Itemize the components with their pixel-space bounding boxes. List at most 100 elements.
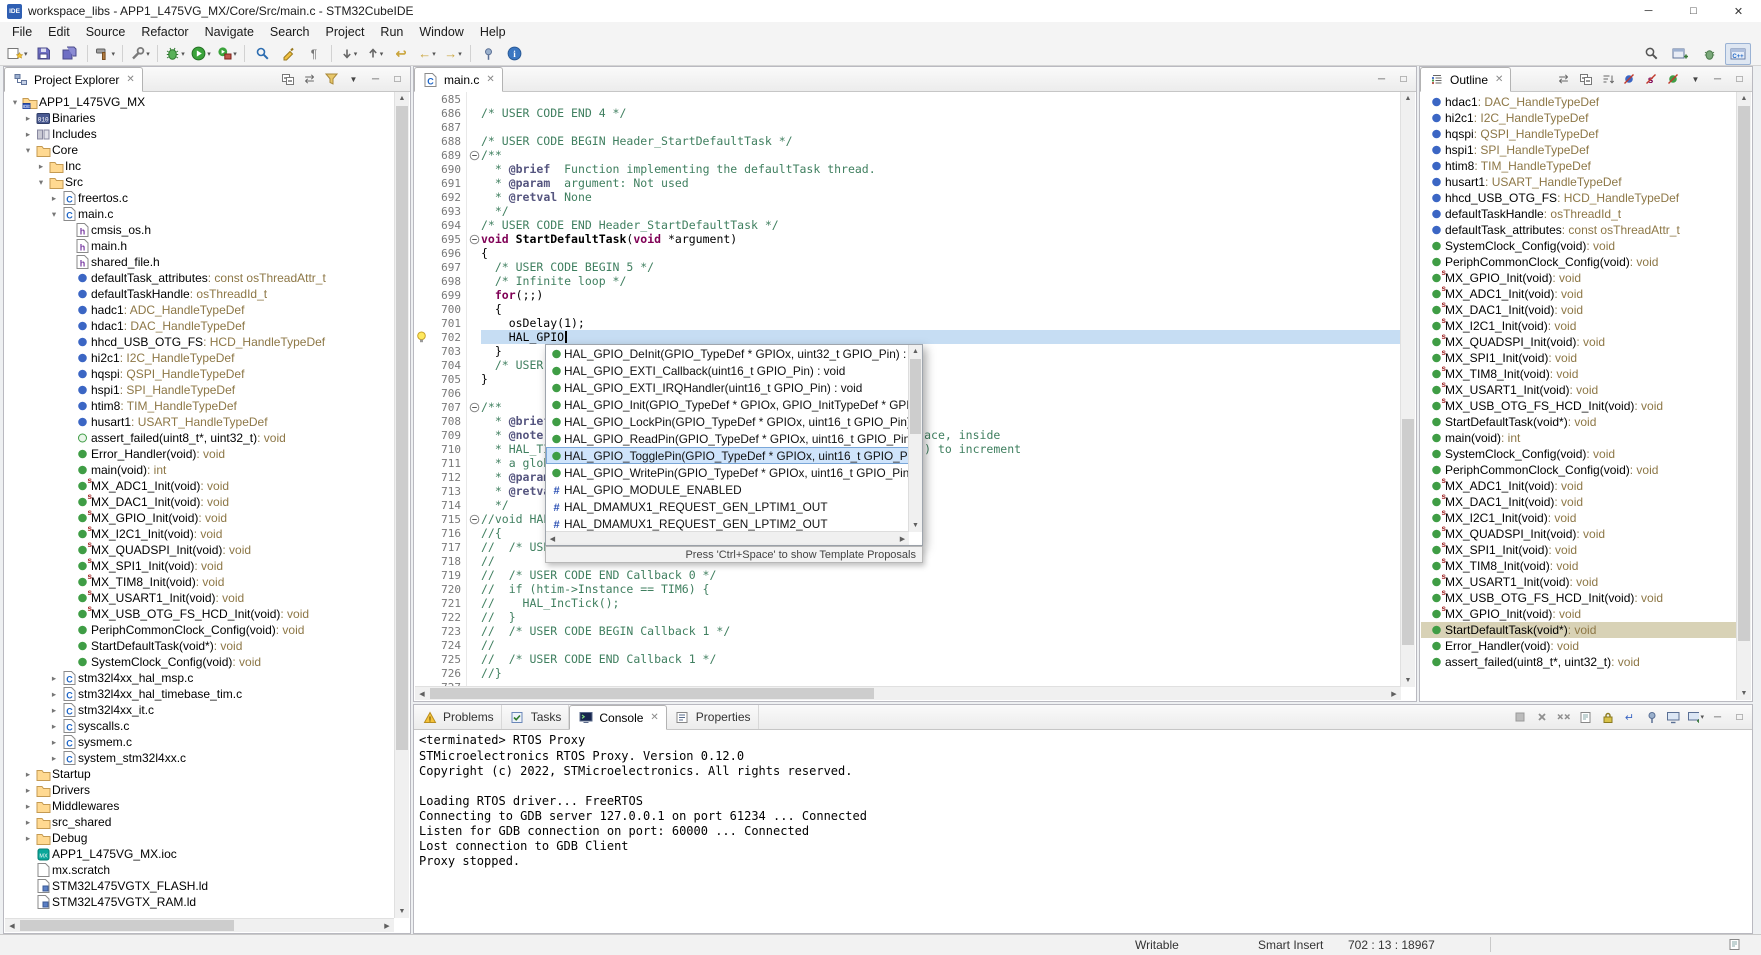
hide-nonpublic-icon[interactable] [1665,71,1682,88]
display-console-icon[interactable] [1665,709,1682,726]
code-text[interactable]: void StartDefaultTask(void *argument) [481,232,1401,246]
outline-item[interactable]: main(void) : int [1421,430,1736,446]
code-text[interactable]: // } [481,610,1401,624]
tree-item[interactable]: ▸Inc [5,158,394,174]
code-text[interactable]: for(;;) [481,288,1401,302]
view-menu-icon[interactable]: ▼ [345,71,362,88]
code-text[interactable]: /* USER CODE END Header_StartDefaultTask… [481,218,1401,232]
code-text[interactable]: HAL_GPIO [481,330,1401,344]
tab-main-c[interactable]: C main.c ✕ [414,67,503,92]
code-line[interactable]: 690 * @brief Function implementing the d… [415,162,1401,176]
project-tree-hscrollbar[interactable]: ◀ ▶ [5,918,394,932]
outline-item[interactable]: SystemClock_Config(void) : void [1421,238,1736,254]
dropdown-caret-icon[interactable]: ▾ [354,50,358,58]
code-line[interactable]: 687 [415,120,1401,134]
outline-item[interactable]: Error_Handler(void) : void [1421,638,1736,654]
pin-editor-icon[interactable] [475,43,501,65]
pin-console-icon[interactable] [1643,709,1660,726]
menu-edit[interactable]: Edit [40,25,78,39]
completion-item[interactable]: HAL_GPIO_LockPin(GPIO_TypeDef * GPIOx, u… [546,413,909,430]
close-icon[interactable]: ✕ [126,74,134,85]
tree-item[interactable]: hmain.h [5,238,394,254]
expand-arrow-icon[interactable]: ▸ [48,705,60,716]
code-text[interactable]: // /* USER CODE END Callback 1 */ [481,652,1401,666]
close-icon[interactable]: ✕ [650,712,658,723]
code-line[interactable]: 694/* USER CODE END Header_StartDefaultT… [415,218,1401,232]
tree-item[interactable]: ▸Csystem_stm32l4xx.c [5,750,394,766]
code-line[interactable]: 692 * @retval None [415,190,1401,204]
debug-perspective-icon[interactable] [1696,43,1722,65]
outline-item[interactable]: PeriphCommonClock_Config(void) : void [1421,254,1736,270]
tree-item[interactable]: hshared_file.h [5,254,394,270]
minimize-icon[interactable]: ─ [1709,709,1726,726]
maximize-window-button[interactable]: □ [1671,0,1716,22]
link-editor-icon[interactable]: ⇄ [1555,71,1572,88]
menu-navigate[interactable]: Navigate [197,25,262,39]
tree-item[interactable]: sMX_GPIO_Init(void) : void [5,510,394,526]
outline-item[interactable]: hhcd_USB_OTG_FS : HCD_HandleTypeDef [1421,190,1736,206]
scrollbar-thumb[interactable] [430,688,874,699]
link-editor-icon[interactable]: ⇄ [301,71,318,88]
completion-item[interactable]: HAL_GPIO_ReadPin(GPIO_TypeDef * GPIOx, u… [546,430,909,447]
code-text[interactable]: * @brief Function implementing the defau… [481,162,1401,176]
maximize-icon[interactable]: □ [1731,709,1748,726]
code-text[interactable]: * @param argument: Not used [481,176,1401,190]
outline-item[interactable]: sMX_TIM8_Init(void) : void [1421,366,1736,382]
dropdown-caret-icon[interactable]: ▾ [458,50,462,58]
code-text[interactable]: /* USER CODE BEGIN 5 */ [481,260,1401,274]
tree-item[interactable]: ▾Core [5,142,394,158]
tree-item[interactable]: hspi1 : SPI_HandleTypeDef [5,382,394,398]
completion-item[interactable]: HAL_GPIO_EXTI_Callback(uint16_t GPIO_Pin… [546,362,909,379]
code-text[interactable]: //} [481,666,1401,680]
tree-item[interactable]: ▾Cmain.c [5,206,394,222]
tree-item[interactable]: hi2c1 : I2C_HandleTypeDef [5,350,394,366]
tree-item[interactable]: defaultTask_attributes : const osThreadA… [5,270,394,286]
code-line[interactable]: 721// HAL_IncTick(); [415,596,1401,610]
code-line[interactable]: 691 * @param argument: Not used [415,176,1401,190]
clear-console-icon[interactable] [1577,709,1594,726]
outline-item[interactable]: sMX_USB_OTG_FS_HCD_Init(void) : void [1421,398,1736,414]
collapse-all-icon[interactable] [279,71,296,88]
fold-collapse-icon[interactable] [467,402,481,413]
tree-item[interactable]: ▸Cstm32l4xx_it.c [5,702,394,718]
code-line[interactable]: 724// [415,638,1401,652]
outline-item[interactable]: sMX_ADC1_Init(void) : void [1421,478,1736,494]
scroll-down-icon[interactable]: ▼ [1401,674,1415,687]
scroll-left-icon[interactable]: ◀ [546,532,559,545]
dropdown-caret-icon[interactable]: ▾ [380,50,384,58]
tree-item[interactable]: MXAPP1_L475VG_MX.ioc [5,846,394,862]
dropdown-caret-icon[interactable]: ▾ [112,50,116,58]
open-perspective-icon[interactable] [1667,43,1693,65]
tree-item[interactable]: husart1 : USART_HandleTypeDef [5,414,394,430]
outline-item[interactable]: sMX_ADC1_Init(void) : void [1421,286,1736,302]
minimize-icon[interactable]: ─ [1709,71,1726,88]
code-line[interactable]: 702 HAL_GPIO [415,330,1401,344]
terminate-icon[interactable] [1511,709,1528,726]
code-text[interactable]: // /* USER CODE BEGIN Callback 1 */ [481,624,1401,638]
back-icon[interactable]: ←▾ [414,43,440,65]
tab-properties[interactable]: Properties [667,705,759,729]
open-element-icon[interactable] [249,43,275,65]
tree-item[interactable]: PeriphCommonClock_Config(void) : void [5,622,394,638]
outline-item[interactable]: SystemClock_Config(void) : void [1421,446,1736,462]
tree-item[interactable]: ▸Includes [5,126,394,142]
tree-item[interactable]: ▸Startup [5,766,394,782]
code-text[interactable]: osDelay(1); [481,316,1401,330]
expand-arrow-icon[interactable]: ▸ [48,737,60,748]
tree-item[interactable]: ▸Cstm32l4xx_hal_msp.c [5,670,394,686]
build-icon[interactable]: ▾ [92,43,119,65]
expand-arrow-icon[interactable]: ▸ [48,193,60,204]
expand-arrow-icon[interactable]: ▸ [22,801,34,812]
completion-item[interactable]: HAL_GPIO_EXTI_IRQHandler(uint16_t GPIO_P… [546,379,909,396]
code-line[interactable]: 720// if (htim->Instance == TIM6) { [415,582,1401,596]
menu-window[interactable]: Window [411,25,471,39]
tab-outline[interactable]: Outline ✕ [1420,67,1511,92]
maximize-icon[interactable]: □ [1395,71,1412,88]
last-edit-location-icon[interactable]: ↩ [388,43,414,65]
maximize-icon[interactable]: □ [1731,71,1748,88]
outline-item[interactable]: htim8 : TIM_HandleTypeDef [1421,158,1736,174]
tab-console[interactable]: Console✕ [569,705,666,730]
expand-arrow-icon[interactable]: ▸ [48,673,60,684]
fold-collapse-icon[interactable] [467,150,481,161]
scroll-up-icon[interactable]: ▲ [395,92,409,105]
